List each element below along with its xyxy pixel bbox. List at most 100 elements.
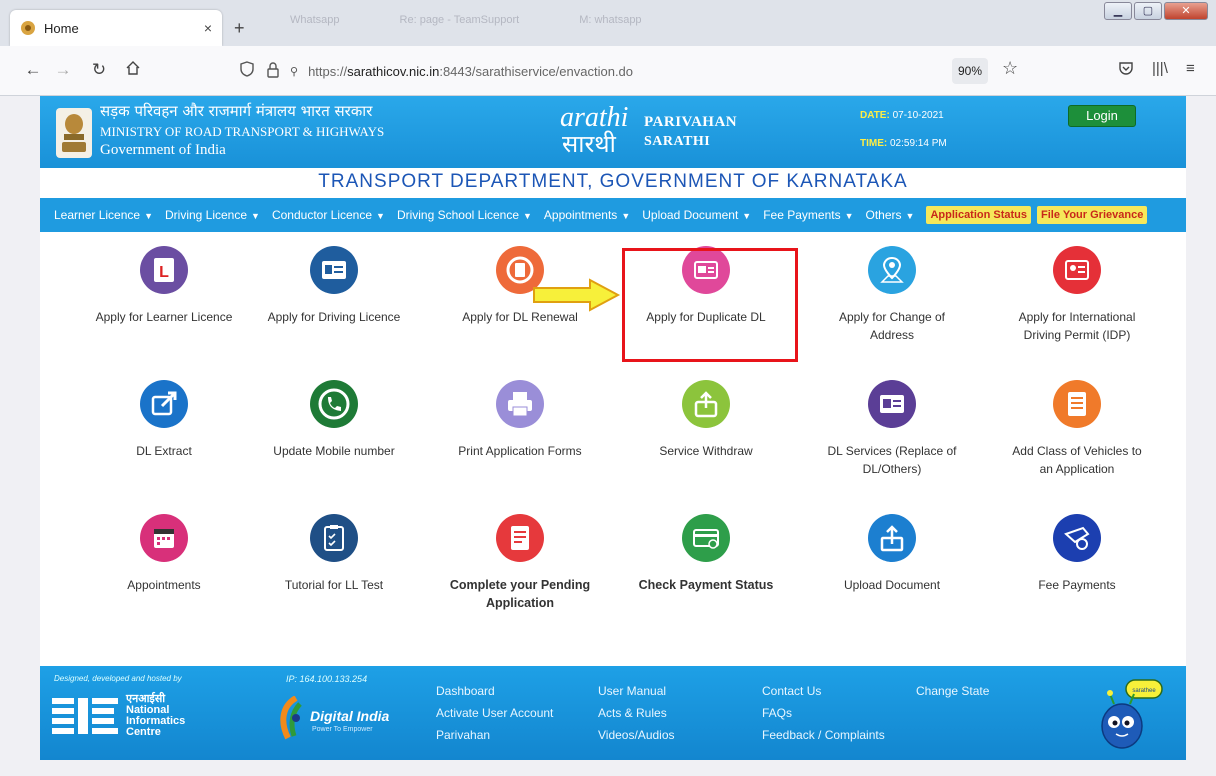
zoom-level-button[interactable]: 90% xyxy=(952,58,989,84)
background-tabs: Whatsapp Re: page - TeamSupport M: whats… xyxy=(290,14,990,36)
menu-upload-document[interactable]: Upload Document ▼ xyxy=(642,208,751,222)
service-label[interactable]: Appointments xyxy=(69,576,259,594)
menu-fee-payments[interactable]: Fee Payments ▼ xyxy=(763,208,853,222)
pocket-icon[interactable] xyxy=(1118,60,1134,80)
menu-learner-licence[interactable]: Learner Licence ▼ xyxy=(54,208,153,222)
url-text[interactable]: https://sarathicov.nic.in:8443/sarathise… xyxy=(308,64,633,79)
service-label[interactable]: DL Extract xyxy=(69,442,259,460)
file-grievance-button[interactable]: File Your Grievance xyxy=(1037,206,1148,224)
calendar-icon[interactable] xyxy=(140,514,188,562)
driving-licence-icon[interactable] xyxy=(310,246,358,294)
service-add-class[interactable]: Add Class of Vehicles to an Application xyxy=(982,380,1172,478)
forward-arrow-icon[interactable]: → xyxy=(52,60,74,80)
pending-application-icon[interactable] xyxy=(496,514,544,562)
footer-link-contact[interactable]: Contact Us xyxy=(762,684,821,698)
tab-close-icon[interactable]: × xyxy=(204,20,212,36)
service-label[interactable]: Add Class of Vehicles to an Application xyxy=(982,442,1172,478)
service-change-address[interactable]: Apply for Change of Address xyxy=(797,246,987,344)
service-payment-status[interactable]: Check Payment Status xyxy=(611,514,801,594)
footer-link-parivahan[interactable]: Parivahan xyxy=(436,728,490,742)
service-calendar[interactable]: Appointments xyxy=(69,514,259,594)
menu-conductor-licence[interactable]: Conductor Licence ▼ xyxy=(272,208,385,222)
footer-link-change-state[interactable]: Change State xyxy=(916,684,989,698)
service-label[interactable]: Apply for Learner Licence xyxy=(69,308,259,326)
ministry-english: MINISTRY OF ROAD TRANSPORT & HIGHWAYS xyxy=(100,124,385,139)
sarathi-page: सड़क परिवहन और राजमार्ग मंत्रालय भारत सर… xyxy=(40,96,1186,760)
minimize-button[interactable]: ▁ xyxy=(1104,2,1132,20)
service-label[interactable]: Complete your Pending Application xyxy=(425,576,615,612)
service-driving-licence[interactable]: Apply for Driving Licence xyxy=(239,246,429,326)
browser-nav-bar: ← → ↻ ⚲ https://sarathicov.nic.in:8443/s… xyxy=(0,46,1216,96)
maximize-button[interactable]: ▢ xyxy=(1134,2,1162,20)
service-idp[interactable]: Apply for International Driving Permit (I… xyxy=(982,246,1172,344)
service-label[interactable]: Check Payment Status xyxy=(611,576,801,594)
footer-link-videos[interactable]: Videos/Audios xyxy=(598,728,675,742)
menu-driving-school-licence[interactable]: Driving School Licence ▼ xyxy=(397,208,532,222)
printer-icon[interactable] xyxy=(496,380,544,428)
permissions-icon[interactable]: ⚲ xyxy=(290,65,298,78)
background-tab[interactable]: M: whatsapp xyxy=(579,14,641,36)
reload-icon[interactable]: ↻ xyxy=(88,60,110,80)
service-clipboard[interactable]: Tutorial for LL Test xyxy=(239,514,429,594)
service-pending-application[interactable]: Complete your Pending Application xyxy=(425,514,615,612)
main-menu: Learner Licence ▼ Driving Licence ▼ Conduc… xyxy=(40,198,1186,232)
learner-licence-icon[interactable]: L xyxy=(140,246,188,294)
window-close-button[interactable]: ✕ xyxy=(1164,2,1208,20)
service-label[interactable]: Fee Payments xyxy=(982,576,1172,594)
service-fee-payment[interactable]: Fee Payments xyxy=(982,514,1172,594)
idp-icon[interactable] xyxy=(1053,246,1101,294)
tracking-shield-icon[interactable] xyxy=(240,61,256,81)
back-arrow-icon[interactable]: ← xyxy=(22,60,44,80)
dl-services-icon[interactable] xyxy=(868,380,916,428)
application-status-button[interactable]: Application Status xyxy=(926,206,1032,224)
service-label[interactable]: Apply for Change of Address xyxy=(797,308,987,344)
menu-hamburger-icon[interactable]: ≡ xyxy=(1186,60,1195,77)
service-label[interactable]: Print Application Forms xyxy=(425,442,615,460)
service-learner-licence[interactable]: L Apply for Learner Licence xyxy=(69,246,259,326)
svg-text:सारथी: सारथी xyxy=(562,130,617,158)
browser-tab-home[interactable]: Home × xyxy=(10,10,222,46)
footer-link-feedback[interactable]: Feedback / Complaints xyxy=(762,728,885,742)
background-tab[interactable]: Re: page - TeamSupport xyxy=(400,14,520,36)
login-button[interactable]: Login xyxy=(1068,105,1136,127)
caret-down-icon: ▼ xyxy=(905,211,915,221)
dl-extract-icon[interactable] xyxy=(140,380,188,428)
footer-link-acts[interactable]: Acts & Rules xyxy=(598,706,667,720)
service-printer[interactable]: Print Application Forms xyxy=(425,380,615,460)
service-label[interactable]: Tutorial for LL Test xyxy=(239,576,429,594)
menu-others[interactable]: Others ▼ xyxy=(866,208,915,222)
upload-icon[interactable] xyxy=(868,514,916,562)
menu-driving-licence[interactable]: Driving Licence ▼ xyxy=(165,208,260,222)
service-label[interactable]: Service Withdraw xyxy=(611,442,801,460)
address-bar[interactable]: ⚲ https://sarathicov.nic.in:8443/sarathi… xyxy=(240,55,1020,87)
phone-icon[interactable] xyxy=(310,380,358,428)
change-address-icon[interactable] xyxy=(868,246,916,294)
new-tab-button[interactable]: + xyxy=(234,18,245,39)
footer-link-faqs[interactable]: FAQs xyxy=(762,706,792,720)
payment-status-icon[interactable] xyxy=(682,514,730,562)
service-label[interactable]: DL Services (Replace of DL/Others) xyxy=(797,442,987,478)
service-dl-services[interactable]: DL Services (Replace of DL/Others) xyxy=(797,380,987,478)
clipboard-icon[interactable] xyxy=(310,514,358,562)
service-label[interactable]: Apply for International Driving Permit (I… xyxy=(982,308,1172,344)
service-label[interactable]: Apply for Driving Licence xyxy=(239,308,429,326)
lock-icon[interactable] xyxy=(266,61,280,81)
service-withdraw[interactable]: Service Withdraw xyxy=(611,380,801,460)
service-label[interactable]: Upload Document xyxy=(797,576,987,594)
footer-link-activate[interactable]: Activate User Account xyxy=(436,706,553,720)
service-upload[interactable]: Upload Document xyxy=(797,514,987,594)
add-class-icon[interactable] xyxy=(1053,380,1101,428)
fee-payment-icon[interactable] xyxy=(1053,514,1101,562)
service-dl-extract[interactable]: DL Extract xyxy=(69,380,259,460)
digital-india-icon xyxy=(280,696,302,740)
service-phone[interactable]: Update Mobile number xyxy=(239,380,429,460)
home-icon[interactable] xyxy=(122,60,144,81)
bookmark-star-icon[interactable]: ☆ xyxy=(1002,58,1018,79)
menu-appointments[interactable]: Appointments ▼ xyxy=(544,208,630,222)
service-label[interactable]: Update Mobile number xyxy=(239,442,429,460)
background-tab[interactable]: Whatsapp xyxy=(290,14,340,36)
library-icon[interactable]: |||\ xyxy=(1152,60,1168,77)
withdraw-icon[interactable] xyxy=(682,380,730,428)
footer-link-manual[interactable]: User Manual xyxy=(598,684,666,698)
footer-link-dashboard[interactable]: Dashboard xyxy=(436,684,495,698)
